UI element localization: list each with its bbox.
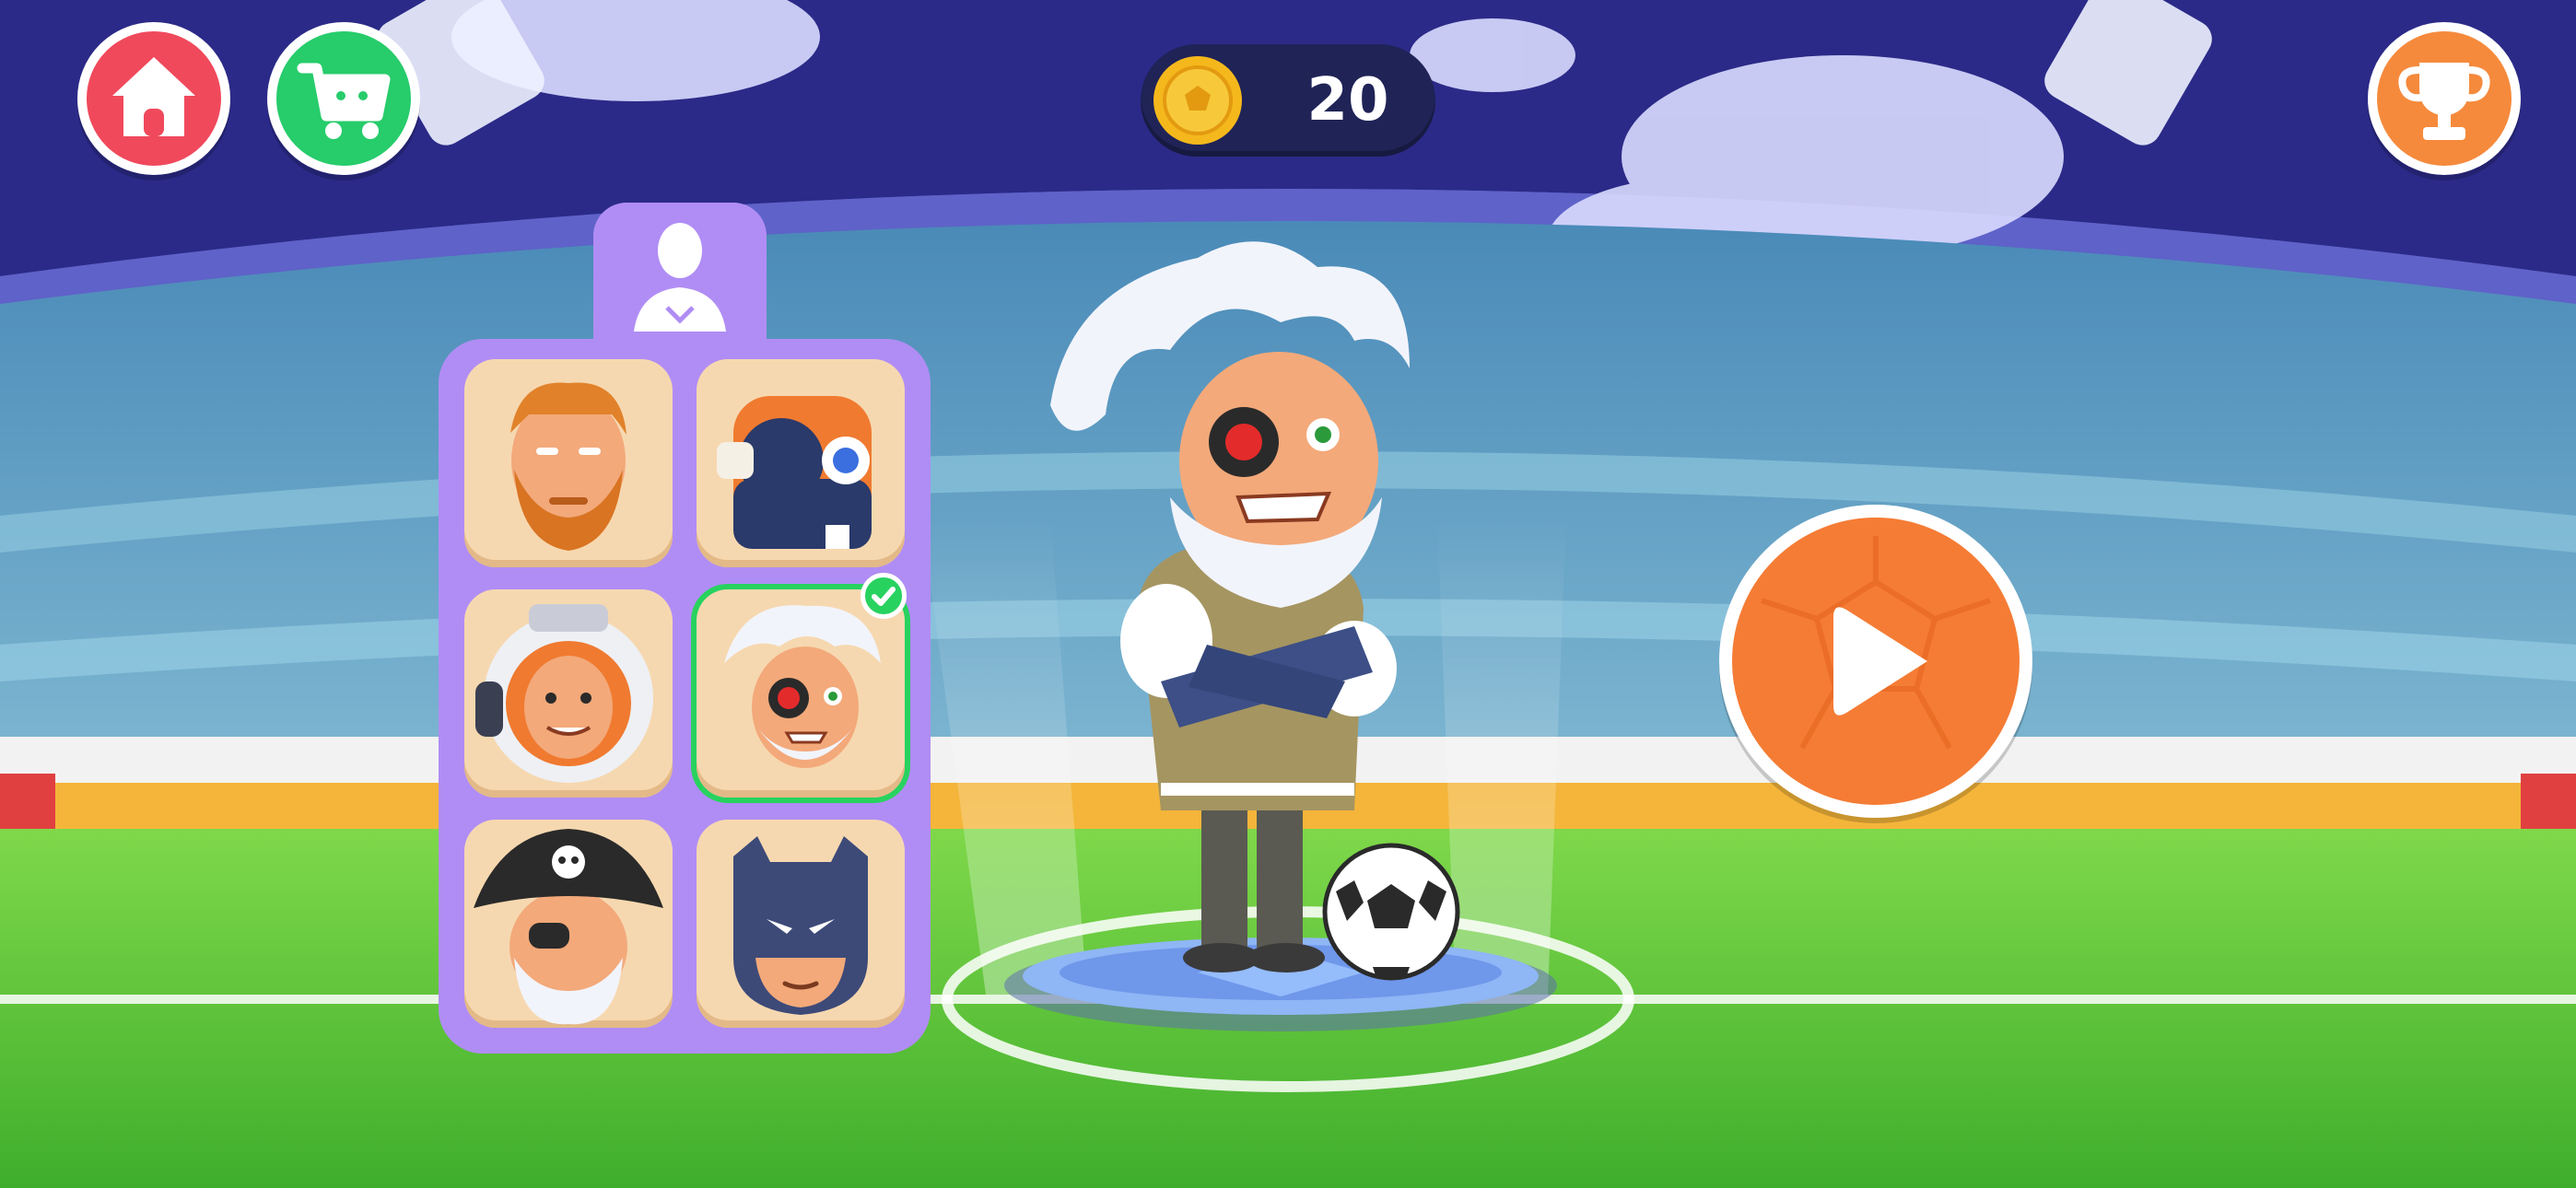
trophy-button[interactable] bbox=[2368, 22, 2521, 175]
character-panel bbox=[439, 203, 931, 1054]
trophy-icon bbox=[2398, 63, 2490, 140]
astronaut-portrait bbox=[475, 604, 653, 783]
pirate-portrait bbox=[474, 829, 663, 1025]
character-ginger-bearded-hero[interactable] bbox=[464, 359, 673, 567]
coin-counter: 20 bbox=[1141, 44, 1435, 157]
selected-character-display bbox=[1004, 241, 1557, 1031]
character-robot[interactable] bbox=[697, 359, 905, 567]
character-pirate[interactable] bbox=[464, 820, 673, 1028]
ginger-bearded-hero-portrait bbox=[510, 382, 626, 551]
play-icon bbox=[1761, 536, 1991, 750]
cart-icon bbox=[297, 63, 391, 139]
character-grid bbox=[439, 339, 931, 1054]
soccer-coin-icon bbox=[1153, 56, 1242, 145]
selected-check-icon bbox=[861, 573, 907, 619]
home-icon bbox=[112, 57, 195, 136]
shop-button[interactable] bbox=[267, 22, 420, 175]
player-silhouette-icon bbox=[634, 223, 726, 332]
character-astronaut[interactable] bbox=[464, 589, 673, 798]
home-button[interactable] bbox=[77, 22, 230, 175]
masked-hero-portrait bbox=[733, 836, 868, 1015]
play-button[interactable] bbox=[1719, 505, 2032, 818]
coin-count: 20 bbox=[1306, 66, 1389, 134]
robot-portrait bbox=[717, 396, 872, 549]
mad-scientist-portrait bbox=[724, 605, 881, 768]
character-tab[interactable] bbox=[593, 203, 767, 359]
character-masked-hero[interactable] bbox=[697, 820, 905, 1028]
character-mad-scientist[interactable] bbox=[697, 589, 905, 798]
